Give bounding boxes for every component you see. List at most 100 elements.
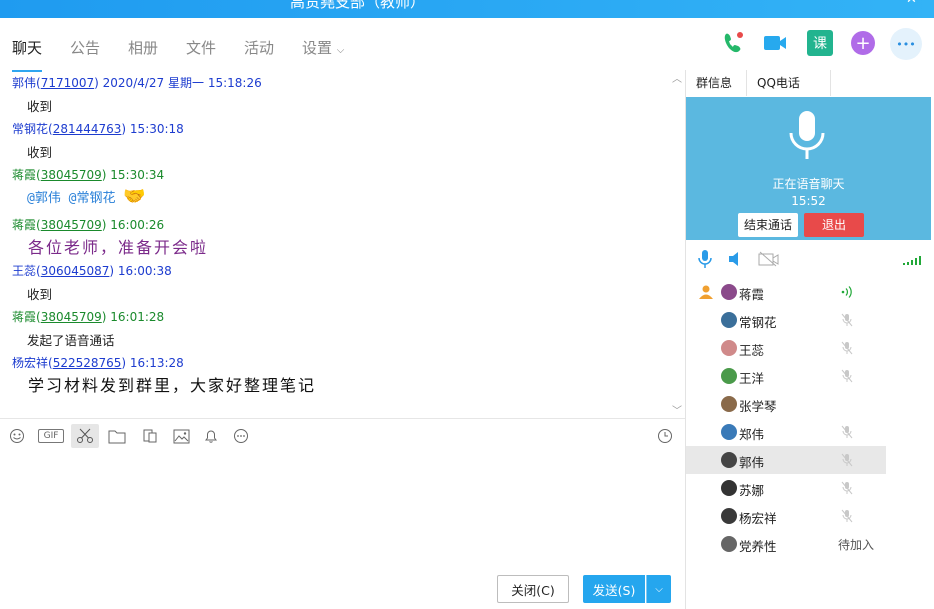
message-time: 16:00:26: [110, 218, 165, 232]
class-icon[interactable]: 课: [807, 30, 833, 56]
window-title: 高货堯支部（教师）: [290, 0, 426, 11]
sender-qq-link[interactable]: 38045709: [41, 310, 102, 324]
gif-icon[interactable]: GIF: [38, 429, 64, 443]
chevron-down-icon: ⌵: [336, 45, 345, 56]
member-item[interactable]: 郭伟: [686, 446, 886, 474]
tab-group-info[interactable]: 群信息: [696, 70, 732, 96]
mic-toggle-icon[interactable]: [698, 250, 712, 272]
scroll-down-icon[interactable]: ﹀: [672, 402, 682, 417]
voice-status: 正在语音聊天: [772, 177, 845, 191]
clock-icon[interactable]: [655, 427, 675, 445]
message-body: 学习材料发到群里，大家好整理笔记: [28, 372, 316, 396]
message-time: 16:00:38: [117, 264, 172, 278]
add-app-icon[interactable]: +: [851, 31, 875, 55]
message-text: 收到: [27, 287, 53, 302]
tab-activity[interactable]: 活动: [244, 37, 274, 58]
chat-history[interactable]: 郭伟(7171007) 2020/4/27 星期一 15:18:26 收到 常钢花(…: [0, 70, 685, 417]
avatar: [721, 312, 737, 328]
member-item[interactable]: 苏娜: [686, 474, 886, 502]
avatar: [721, 508, 737, 524]
member-name: 苏娜: [739, 483, 765, 498]
sender-qq-link[interactable]: 7171007: [41, 76, 94, 90]
message-text: @郭伟 @常钢花: [27, 191, 116, 206]
member-item[interactable]: 常钢花: [686, 306, 886, 334]
member-item[interactable]: 张学琴: [686, 390, 886, 418]
avatar: [721, 480, 737, 496]
avatar: [721, 396, 737, 412]
minimize-button[interactable]: —: [860, 0, 873, 7]
folder-icon[interactable]: [107, 427, 127, 445]
member-name: 党养性: [739, 539, 777, 554]
send-button[interactable]: 发送(S): [583, 575, 645, 603]
scroll-up-icon[interactable]: ︿: [672, 70, 682, 85]
exit-button[interactable]: 退出: [804, 213, 864, 237]
member-name: 蒋霞: [739, 287, 765, 302]
sender-qq-link[interactable]: 38045709: [41, 218, 102, 232]
mic-muted-icon: [840, 425, 854, 439]
member-name: 常钢花: [739, 315, 777, 330]
more-icon[interactable]: •••: [890, 28, 922, 60]
close-button[interactable]: 关闭(C): [497, 575, 569, 603]
tab-files[interactable]: 文件: [186, 37, 216, 58]
emoji-icon[interactable]: [7, 427, 27, 445]
mic-muted-icon: [840, 341, 854, 355]
image-file-icon[interactable]: [140, 427, 160, 445]
camera-off-icon[interactable]: [758, 251, 780, 270]
member-name: 王蕊: [739, 343, 765, 358]
chevron-down-icon: ⌵: [655, 583, 663, 595]
tab-divider: [830, 70, 831, 96]
voice-call-icon[interactable]: [719, 30, 745, 56]
message-time: 15:30:18: [129, 122, 184, 136]
message-body: 各位老师，准备开会啦: [28, 234, 208, 258]
message-header: 杨宏祥(522528765) 16:13:28: [12, 356, 184, 370]
tab-bar: 聊天 公告 相册 文件 活动 设置 ⌵ 课 + •••: [0, 18, 934, 72]
tab-chat[interactable]: 聊天: [12, 37, 43, 72]
send-options-button[interactable]: ⌵: [646, 575, 671, 603]
member-item[interactable]: 郑伟: [686, 418, 886, 446]
message-time: 15:30:34: [110, 168, 165, 182]
more-options-icon[interactable]: [231, 427, 251, 445]
message-text: 发起了语音通话: [27, 333, 115, 348]
message-time: 16:13:28: [129, 356, 184, 370]
message-body: 收到: [27, 284, 52, 303]
speaker-icon[interactable]: [728, 251, 742, 270]
owner-icon: [698, 284, 714, 303]
close-window-button[interactable]: ✕: [906, 0, 917, 7]
message-sender: 蒋霞: [12, 218, 37, 232]
message-body: @郭伟 @常钢花 🤝: [27, 186, 146, 207]
member-item[interactable]: 党养性 待加入: [686, 530, 886, 558]
speaking-icon: [840, 285, 854, 299]
message-sender: 蒋霞: [12, 310, 37, 324]
image-icon[interactable]: [171, 427, 191, 445]
message-sender: 杨宏祥: [12, 356, 49, 370]
bell-icon[interactable]: [201, 427, 221, 445]
sender-qq-link[interactable]: 38045709: [41, 168, 102, 182]
message-sender: 常钢花: [12, 122, 49, 136]
tab-album[interactable]: 相册: [128, 37, 158, 58]
message-text: 学习材料发到群里，大家好整理笔记: [28, 376, 317, 395]
mic-muted-icon: [840, 509, 854, 523]
sender-qq-link[interactable]: 522528765: [53, 356, 122, 370]
avatar: [721, 452, 737, 468]
message-sender: 郭伟: [12, 76, 37, 90]
tab-divider: [746, 70, 747, 96]
end-call-button[interactable]: 结束通话: [738, 213, 798, 237]
message-body: 发起了语音通话: [27, 330, 115, 349]
sender-qq-link[interactable]: 281444763: [53, 122, 122, 136]
sender-qq-link[interactable]: 306045087: [41, 264, 110, 278]
tab-notice[interactable]: 公告: [70, 37, 100, 58]
tab-qq-call[interactable]: QQ电话: [757, 70, 800, 96]
tab-settings[interactable]: 设置 ⌵: [302, 37, 344, 58]
member-item[interactable]: 蒋霞: [686, 278, 886, 306]
right-panel: 群信息 QQ电话 正在语音聊天 15:52 结束通话 退出 蒋霞 常钢花 王蕊 王洋张…: [685, 70, 934, 609]
message-header: 郭伟(7171007) 2020/4/27 星期一 15:18:26: [12, 76, 262, 90]
member-item[interactable]: 王蕊: [686, 334, 886, 362]
member-item[interactable]: 王洋: [686, 362, 886, 390]
member-name: 王洋: [739, 371, 765, 386]
member-status: 待加入: [838, 538, 875, 552]
screenshot-icon[interactable]: [71, 424, 99, 448]
message-header: 常钢花(281444763) 15:30:18: [12, 122, 184, 136]
mic-muted-icon: [840, 313, 854, 327]
member-item[interactable]: 杨宏祥: [686, 502, 886, 530]
video-call-icon[interactable]: [762, 30, 788, 56]
